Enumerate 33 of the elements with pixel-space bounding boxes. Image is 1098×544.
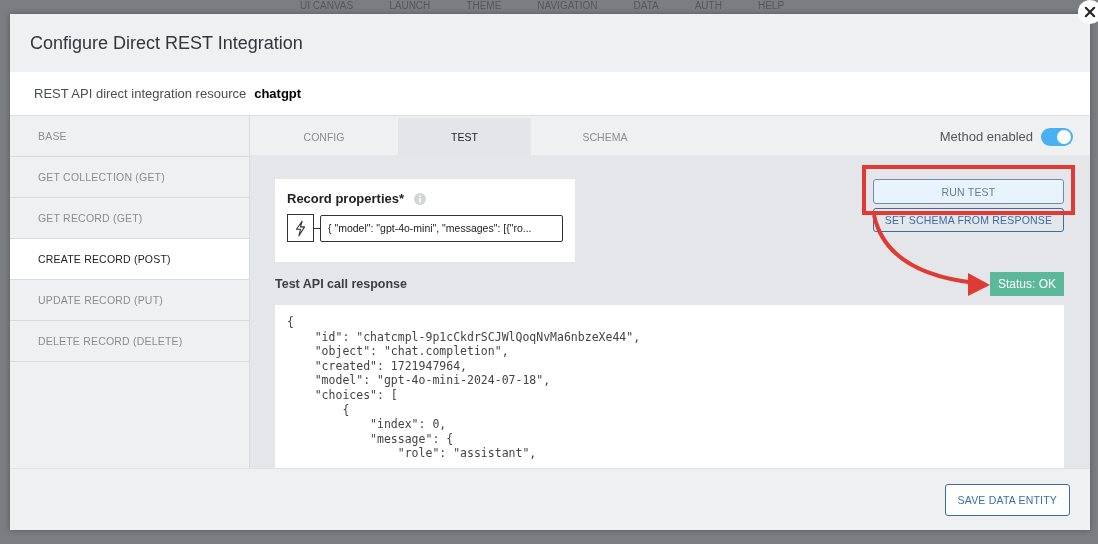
tab[interactable]: SCHEMA xyxy=(531,118,679,155)
save-button[interactable]: SAVE DATA ENTITY xyxy=(944,483,1070,516)
close-button[interactable] xyxy=(1078,0,1098,24)
sidebar-item[interactable]: CREATE RECORD (POST) xyxy=(10,239,249,280)
status-badge: Status: OK xyxy=(989,272,1064,296)
dialog-title: Configure Direct REST Integration xyxy=(30,32,303,54)
field-value: chatgpt xyxy=(254,86,302,101)
code-line: { xyxy=(287,315,294,330)
tab[interactable]: TEST xyxy=(398,118,531,155)
field-label: REST API direct integration resource xyxy=(34,86,247,101)
code-line: "created": 1721947964, xyxy=(313,358,467,374)
sidebar-item[interactable]: UPDATE RECORD (PUT) xyxy=(10,280,249,321)
sidebar-item[interactable]: BASE xyxy=(10,116,249,157)
field-label: Record properties* xyxy=(287,191,405,206)
toggle-label: Method enabled xyxy=(939,129,1033,144)
code-line: "model": "gpt-4o-mini-2024-07-18", xyxy=(313,373,551,388)
sidebar-item[interactable]: DELETE RECORD (DELETE) xyxy=(10,321,249,362)
section-label: Test API call response xyxy=(275,277,407,291)
run-button[interactable]: RUN TEST xyxy=(873,179,1064,204)
code-line: "choices": [ xyxy=(313,387,398,403)
code-line: "id": "chatcmpl-9p1cCkdrSCJWlQoqNvMa6nbzeXe44", xyxy=(313,329,641,345)
input-field[interactable]: { "model": "gpt-4o-mini", "messages": [{"ro... xyxy=(320,214,563,242)
code-line: "object": "chat.completion", xyxy=(313,344,509,359)
code-line: "message": { xyxy=(369,431,454,447)
sidebar-item[interactable]: GET COLLECTION (GET) xyxy=(10,157,249,198)
schema-button[interactable]: SET SCHEMA FROM RESPONSE xyxy=(873,208,1064,232)
code-line: "index": 0, xyxy=(369,417,447,432)
lightning-icon[interactable] xyxy=(287,214,314,242)
toggle-switch[interactable] xyxy=(1041,127,1073,146)
code-line: { xyxy=(341,402,350,418)
code-line: "role": "assistant", xyxy=(396,446,537,461)
tab[interactable]: CONFIG xyxy=(250,118,398,155)
close-icon[interactable] xyxy=(1083,5,1097,19)
